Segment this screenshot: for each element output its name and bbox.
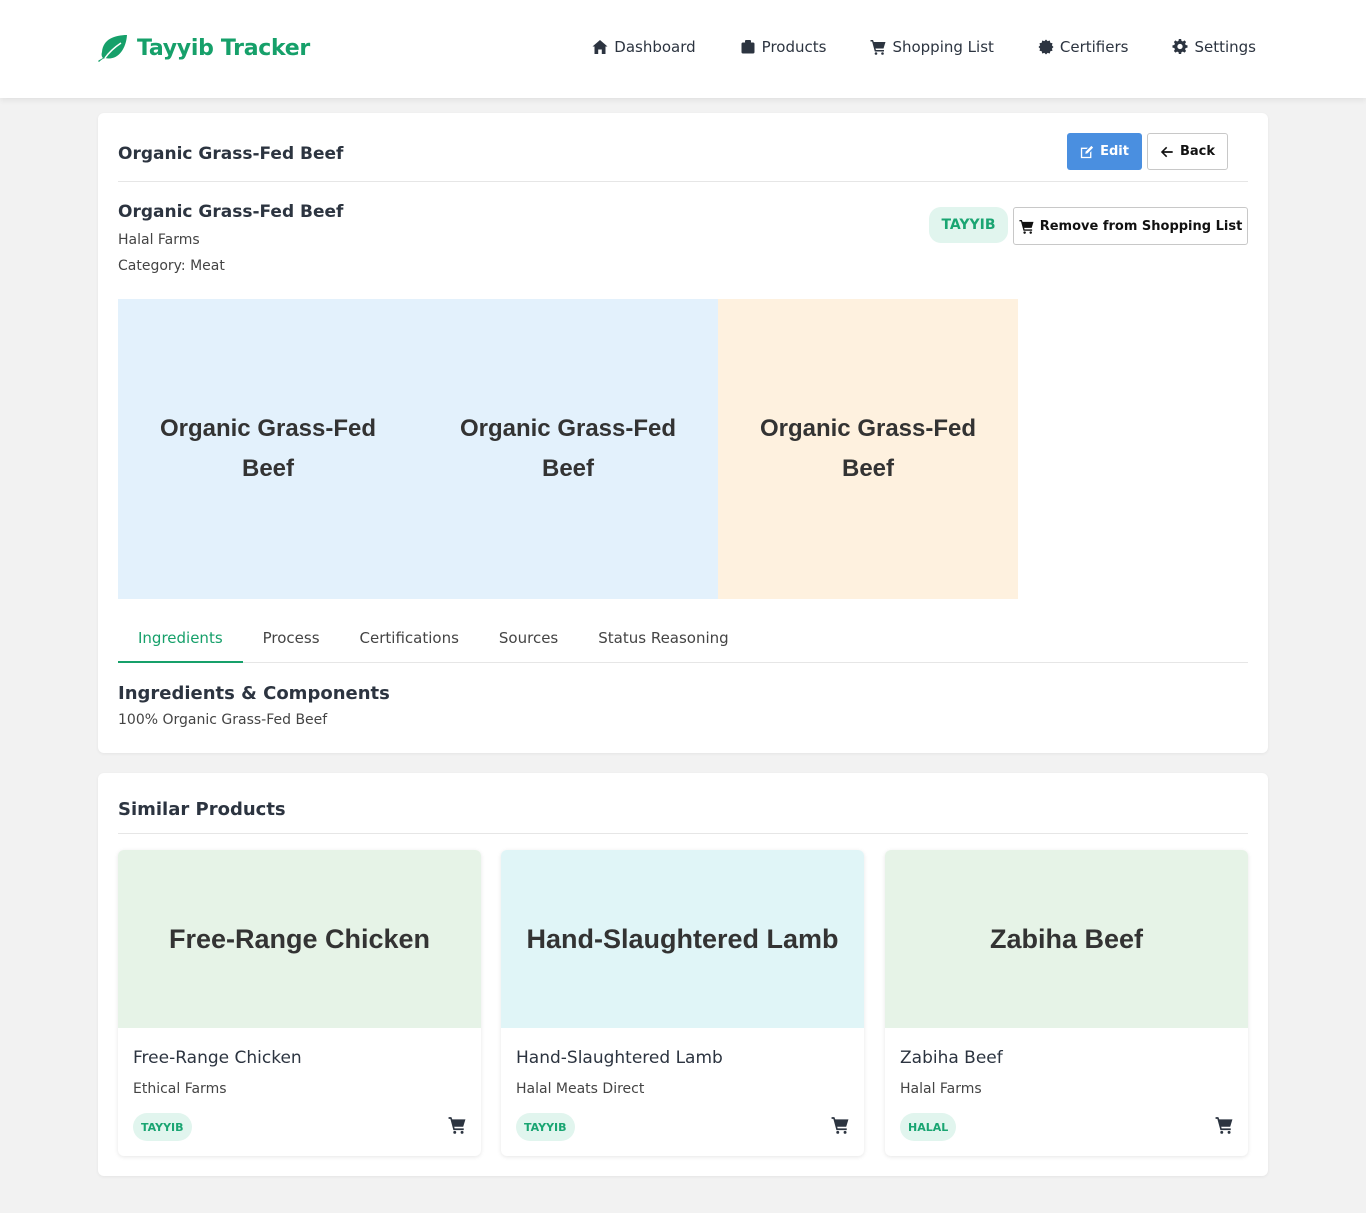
product-image[interactable]: Organic Grass-Fed Beef xyxy=(718,299,1018,599)
similar-product-brand: Ethical Farms xyxy=(133,1081,227,1097)
tab-process[interactable]: Process xyxy=(243,618,340,663)
similar-product-image: Zabiha Beef xyxy=(885,850,1248,1028)
edit-button-label: Edit xyxy=(1100,144,1129,159)
main-nav: Dashboard Products Shopping List Certifi… xyxy=(592,38,1256,56)
product-image-gallery: Organic Grass-Fed Beef Organic Grass-Fed… xyxy=(118,299,1018,599)
top-navbar: Tayyib Tracker Dashboard Products Shoppi… xyxy=(0,0,1366,98)
status-badge: TAYYIB xyxy=(929,207,1008,243)
add-to-cart-button[interactable] xyxy=(448,1116,466,1134)
divider xyxy=(118,833,1248,834)
cart-icon xyxy=(1019,219,1034,234)
nav-shopping-list-label: Shopping List xyxy=(892,38,994,56)
add-to-cart-button[interactable] xyxy=(1215,1116,1233,1134)
gear-icon xyxy=(1172,39,1188,55)
product-image[interactable]: Organic Grass-Fed Beef xyxy=(418,299,718,599)
remove-button-label: Remove from Shopping List xyxy=(1039,218,1243,234)
similar-product-card[interactable]: Free-Range Chicken Free-Range Chicken Et… xyxy=(118,850,481,1156)
nav-certifiers-label: Certifiers xyxy=(1059,38,1129,56)
arrow-left-icon xyxy=(1160,146,1173,157)
back-button-label: Back xyxy=(1179,144,1216,159)
nav-shopping-list[interactable]: Shopping List xyxy=(870,38,994,56)
home-icon xyxy=(592,40,608,54)
product-detail-card: Organic Grass-Fed Beef Edit Back Organic… xyxy=(98,113,1268,753)
nav-dashboard[interactable]: Dashboard xyxy=(592,38,696,56)
tab-ingredients[interactable]: Ingredients xyxy=(118,618,243,663)
similar-product-brand: Halal Farms xyxy=(900,1081,982,1097)
leaf-icon xyxy=(98,35,127,62)
tab-certifications[interactable]: Certifications xyxy=(340,618,479,663)
tab-sources[interactable]: Sources xyxy=(479,618,578,663)
brand-logo[interactable]: Tayyib Tracker xyxy=(97,34,310,62)
product-name: Organic Grass-Fed Beef xyxy=(118,202,344,222)
cart-icon xyxy=(448,1117,466,1134)
nav-certifiers[interactable]: Certifiers xyxy=(1038,38,1129,56)
product-brand: Halal Farms xyxy=(118,232,200,248)
edit-icon xyxy=(1080,145,1094,158)
product-tabs: Ingredients Process Certifications Sourc… xyxy=(118,618,1248,663)
status-badge: HALAL xyxy=(900,1113,957,1141)
similar-product-card[interactable]: Hand-Slaughtered Lamb Hand-Slaughtered L… xyxy=(501,850,864,1156)
nav-settings-label: Settings xyxy=(1194,38,1256,56)
nav-products[interactable]: Products xyxy=(740,38,827,56)
similar-products-card: Similar Products Free-Range Chicken Free… xyxy=(98,773,1268,1176)
similar-product-image: Hand-Slaughtered Lamb xyxy=(501,850,864,1028)
certificate-icon xyxy=(1038,39,1054,55)
cart-icon xyxy=(831,1117,849,1134)
nav-products-label: Products xyxy=(761,38,827,56)
similar-product-image: Free-Range Chicken xyxy=(118,850,481,1028)
box-icon xyxy=(741,40,755,54)
similar-product-name: Zabiha Beef xyxy=(900,1048,1003,1068)
add-to-cart-button[interactable] xyxy=(831,1116,849,1134)
back-button[interactable]: Back xyxy=(1147,133,1228,170)
nav-dashboard-label: Dashboard xyxy=(614,38,696,56)
status-badge: TAYYIB xyxy=(133,1113,192,1141)
cart-icon xyxy=(870,40,886,55)
similar-product-name: Hand-Slaughtered Lamb xyxy=(516,1048,723,1068)
tab-status-reasoning[interactable]: Status Reasoning xyxy=(578,618,748,663)
remove-from-shopping-list-button[interactable]: Remove from Shopping List xyxy=(1013,207,1248,245)
similar-product-card[interactable]: Zabiha Beef Zabiha Beef Halal Farms HALA… xyxy=(885,850,1248,1156)
similar-product-brand: Halal Meats Direct xyxy=(516,1081,645,1097)
nav-settings[interactable]: Settings xyxy=(1172,38,1256,56)
product-category: Category: Meat xyxy=(118,258,225,274)
similar-product-name: Free-Range Chicken xyxy=(133,1048,302,1068)
brand-name: Tayyib Tracker xyxy=(137,35,310,61)
cart-icon xyxy=(1215,1117,1233,1134)
ingredients-text: 100% Organic Grass-Fed Beef xyxy=(118,712,328,728)
similar-products-title: Similar Products xyxy=(118,799,286,820)
ingredients-heading: Ingredients & Components xyxy=(118,683,390,704)
edit-button[interactable]: Edit xyxy=(1067,133,1142,170)
page-title: Organic Grass-Fed Beef xyxy=(118,144,344,164)
product-image[interactable]: Organic Grass-Fed Beef xyxy=(118,299,418,599)
status-badge: TAYYIB xyxy=(516,1113,575,1141)
